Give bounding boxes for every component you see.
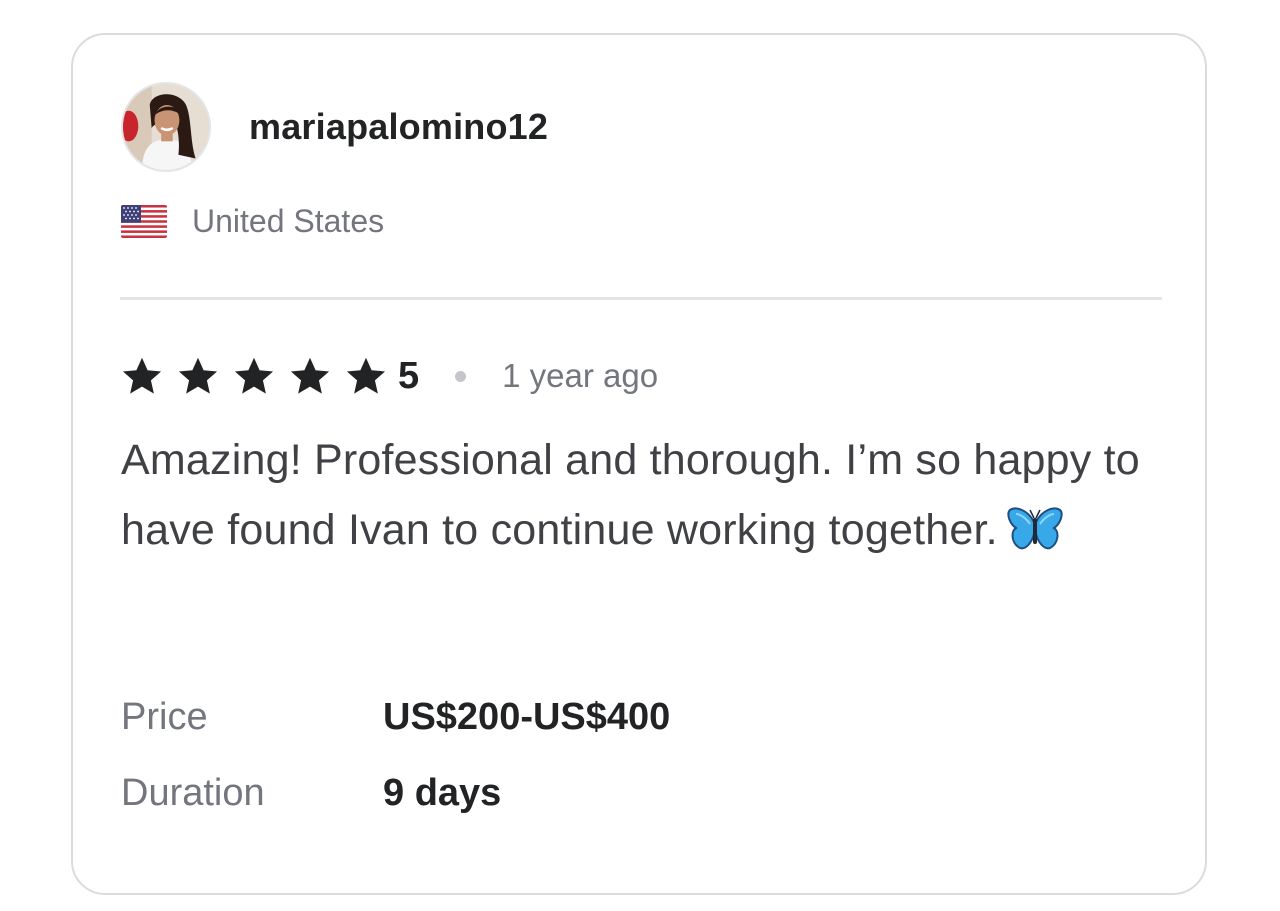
star-icon — [120, 355, 164, 397]
separator-dot — [455, 370, 467, 382]
price-row: Price US$200-US$400 — [121, 692, 670, 742]
country-row: United States — [121, 201, 384, 241]
user-avatar[interactable] — [121, 82, 211, 172]
price-label: Price — [121, 696, 208, 738]
rating-row: 5 1 year ago — [120, 353, 658, 399]
star-icon — [176, 355, 220, 397]
review-card: mariapalomino12 United States 5 1 year a… — [71, 33, 1207, 895]
butterfly-emoji-icon — [1006, 504, 1064, 554]
divider — [120, 297, 1162, 300]
star-icon — [344, 355, 388, 397]
rating-value: 5 — [398, 355, 420, 397]
price-value: US$200-US$400 — [383, 696, 671, 738]
us-flag-icon — [121, 204, 167, 238]
username[interactable]: mariapalomino12 — [249, 107, 548, 147]
duration-row: Duration 9 days — [121, 768, 501, 818]
duration-label: Duration — [121, 772, 265, 814]
review-text: Amazing! Professional and thorough. I’m … — [121, 425, 1181, 565]
country-name: United States — [192, 203, 385, 239]
duration-value: 9 days — [383, 772, 502, 814]
star-icon — [288, 355, 332, 397]
star-icon — [232, 355, 276, 397]
star-rating — [120, 355, 398, 397]
review-time: 1 year ago — [502, 357, 659, 394]
review-body: Amazing! Professional and thorough. I’m … — [121, 436, 1140, 554]
